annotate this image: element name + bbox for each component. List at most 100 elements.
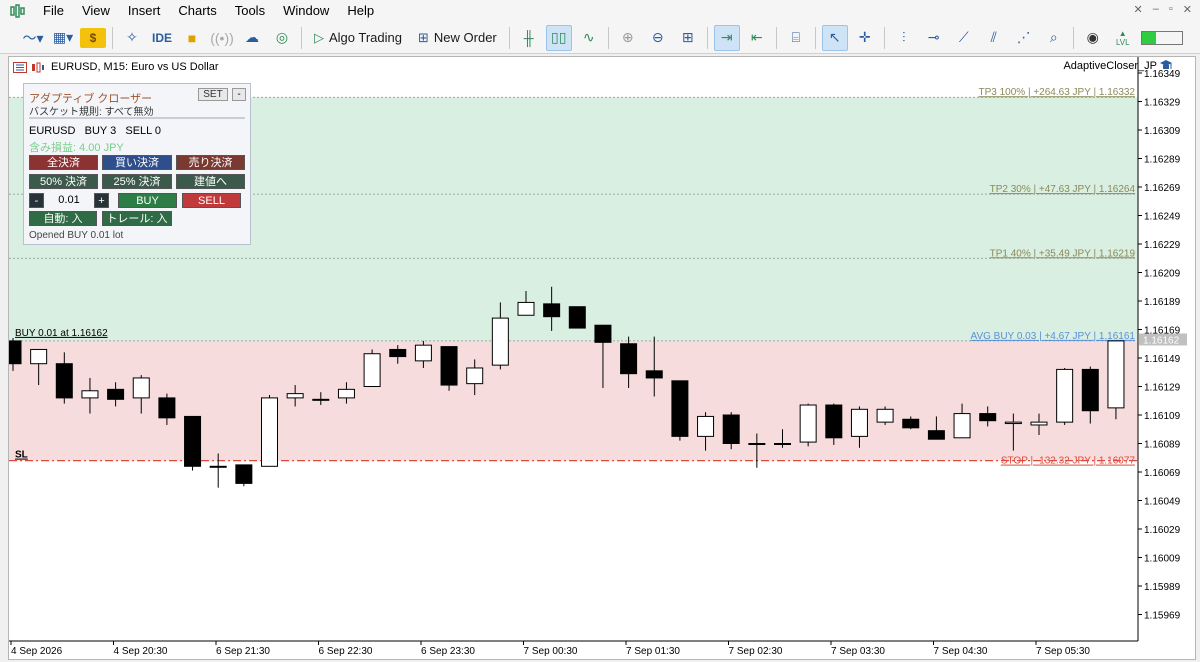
search-icon[interactable]: ⌕ bbox=[1041, 25, 1067, 51]
price-tick-label: 1.16109 bbox=[1144, 411, 1181, 422]
level-badge-icon[interactable]: ▲ LVL bbox=[1110, 25, 1136, 51]
price-tick-label: 1.16209 bbox=[1144, 269, 1181, 280]
set-button[interactable]: SET bbox=[198, 88, 228, 101]
close-50-button[interactable]: 50% 決済 bbox=[29, 174, 98, 189]
position-summary: EURUSD BUY 3 SELL 0 bbox=[29, 125, 162, 137]
market-bag-icon[interactable]: ■ bbox=[179, 25, 205, 51]
screenshot-icon[interactable]: ⌸ bbox=[783, 25, 809, 51]
time-tick-label: 6 Sep 22:30 bbox=[319, 646, 373, 657]
crosshair-icon[interactable]: ✛ bbox=[852, 25, 878, 51]
auto-toggle[interactable]: 自動: 入 bbox=[29, 211, 97, 226]
trailing-toggle[interactable]: トレール: 入 bbox=[102, 211, 172, 226]
candle-body bbox=[466, 367, 484, 385]
ai-sparkle-icon[interactable]: ✧ bbox=[119, 25, 145, 51]
dollar-icon[interactable]: $ bbox=[80, 27, 106, 48]
lot-size-input[interactable]: 0.01 bbox=[46, 193, 92, 208]
restore-icon[interactable]: ▫ bbox=[1169, 3, 1173, 16]
signals-icon[interactable]: ((•)) bbox=[209, 25, 235, 51]
ea-hat-icon[interactable] bbox=[1159, 59, 1173, 72]
new-order-button[interactable]: ⊞ New Order bbox=[412, 25, 503, 51]
candle-body bbox=[825, 404, 843, 439]
time-tick-label: 7 Sep 00:30 bbox=[524, 646, 578, 657]
fibonacci-icon[interactable]: ⋰ bbox=[1011, 25, 1037, 51]
vertical-line-icon[interactable]: ⫶ bbox=[891, 25, 917, 51]
close-25-button[interactable]: 25% 決済 bbox=[102, 174, 172, 189]
candle-body bbox=[491, 317, 509, 366]
pin-icon[interactable]: ✕ bbox=[1134, 3, 1143, 16]
stop-loss-zone bbox=[9, 340, 1138, 461]
cloud-icon[interactable]: ☁ bbox=[239, 25, 265, 51]
candle-body bbox=[184, 415, 202, 467]
bar-chart-icon[interactable]: ╫ bbox=[516, 25, 542, 51]
menu-charts[interactable]: Charts bbox=[169, 0, 225, 22]
candle-body bbox=[620, 343, 638, 375]
ide-button[interactable]: IDE bbox=[149, 25, 175, 51]
close-buy-button[interactable]: 買い決済 bbox=[102, 155, 172, 170]
menu-help[interactable]: Help bbox=[338, 0, 383, 22]
candlestick-icon[interactable]: ▯▯ bbox=[545, 24, 572, 51]
menu-tools[interactable]: Tools bbox=[226, 0, 274, 22]
vps-icon[interactable]: ◎ bbox=[269, 25, 295, 51]
candle-body bbox=[1004, 421, 1022, 425]
lot-increase-button[interactable]: + bbox=[94, 193, 109, 208]
algo-trading-button[interactable]: ▷ Algo Trading bbox=[308, 25, 408, 51]
trendline-icon[interactable]: ⟋ bbox=[951, 25, 977, 51]
buy-order-label: BUY 0.01 at 1.16162 bbox=[15, 328, 108, 339]
candle-body bbox=[850, 408, 868, 437]
candle-body bbox=[286, 393, 304, 399]
minimize-icon[interactable]: – bbox=[1153, 3, 1159, 16]
minimize-panel-button[interactable]: - bbox=[232, 88, 246, 101]
menu-bar: File View Insert Charts Tools Window Hel… bbox=[0, 0, 1200, 22]
autoscroll-icon[interactable]: ⇥ bbox=[713, 24, 740, 51]
zoom-in-icon[interactable]: ⊕ bbox=[615, 25, 641, 51]
time-tick-label: 6 Sep 21:30 bbox=[216, 646, 270, 657]
candle-body bbox=[1030, 421, 1048, 426]
candle-body bbox=[799, 404, 817, 443]
line-chart-icon[interactable]: ∿ bbox=[576, 25, 602, 51]
breakeven-button[interactable]: 建値へ bbox=[176, 174, 245, 189]
expert-advisor-name[interactable]: AdaptiveCloser_JP bbox=[1063, 60, 1157, 72]
price-tick-label: 1.15989 bbox=[1144, 582, 1181, 593]
price-tick-label: 1.16249 bbox=[1144, 212, 1181, 223]
time-tick-label: 4 Sep 20:30 bbox=[114, 646, 168, 657]
zoom-out-icon[interactable]: ⊖ bbox=[645, 25, 671, 51]
panel-subtitle: バスケット規則: すべて無効 bbox=[29, 107, 154, 118]
menu-window[interactable]: Window bbox=[274, 0, 338, 22]
candle-body bbox=[876, 408, 894, 423]
candle-body bbox=[132, 377, 150, 399]
sell-button[interactable]: SELL bbox=[182, 193, 241, 208]
candle-body bbox=[440, 346, 458, 386]
time-tick-label: 7 Sep 02:30 bbox=[729, 646, 783, 657]
price-tick-label: 1.16269 bbox=[1144, 183, 1181, 194]
close-icon[interactable]: ✕ bbox=[1183, 3, 1192, 16]
chart-type-line-icon[interactable]: 〜▾ bbox=[20, 25, 46, 51]
adaptive-closer-panel: アダプティブ クローザー バスケット規則: すべて無効 SET - EURUSD… bbox=[23, 83, 251, 245]
horizontal-line-icon[interactable]: ⊸ bbox=[921, 25, 947, 51]
current-price-label: 1.16162 bbox=[1143, 335, 1180, 346]
candle-body bbox=[979, 413, 997, 422]
close-all-button[interactable]: 全決済 bbox=[29, 155, 98, 170]
candle-body bbox=[697, 415, 715, 437]
cursor-icon[interactable]: ↖ bbox=[821, 24, 848, 51]
candle-body bbox=[107, 388, 125, 400]
lot-decrease-button[interactable]: - bbox=[29, 193, 44, 208]
buy-button[interactable]: BUY bbox=[118, 193, 177, 208]
menu-insert[interactable]: Insert bbox=[119, 0, 170, 22]
chart-window[interactable]: 1.16349 1.16329 1.16309 1.16289 1.16269 1.162… bbox=[8, 56, 1196, 660]
candles-icon[interactable] bbox=[31, 62, 45, 73]
price-tick-label: 1.16189 bbox=[1144, 297, 1181, 308]
menu-file[interactable]: File bbox=[34, 0, 73, 22]
candle-body bbox=[953, 413, 971, 439]
tile-windows-icon[interactable]: ⊞ bbox=[675, 25, 701, 51]
candle-body bbox=[312, 398, 330, 401]
chart-shift-icon[interactable]: ⇤ bbox=[744, 25, 770, 51]
channel-icon[interactable]: ⫽ bbox=[981, 25, 1007, 51]
list-icon[interactable] bbox=[13, 61, 27, 73]
account-icon[interactable]: ◉ bbox=[1080, 25, 1106, 51]
close-sell-button[interactable]: 売り決済 bbox=[176, 155, 245, 170]
chart-templates-icon[interactable]: ▦▾ bbox=[50, 25, 76, 51]
menu-view[interactable]: View bbox=[73, 0, 119, 22]
candle-body bbox=[261, 397, 278, 467]
candle-body bbox=[81, 390, 99, 399]
stop-label: STOP | -132.32 JPY | 1.16077 bbox=[1001, 456, 1136, 467]
